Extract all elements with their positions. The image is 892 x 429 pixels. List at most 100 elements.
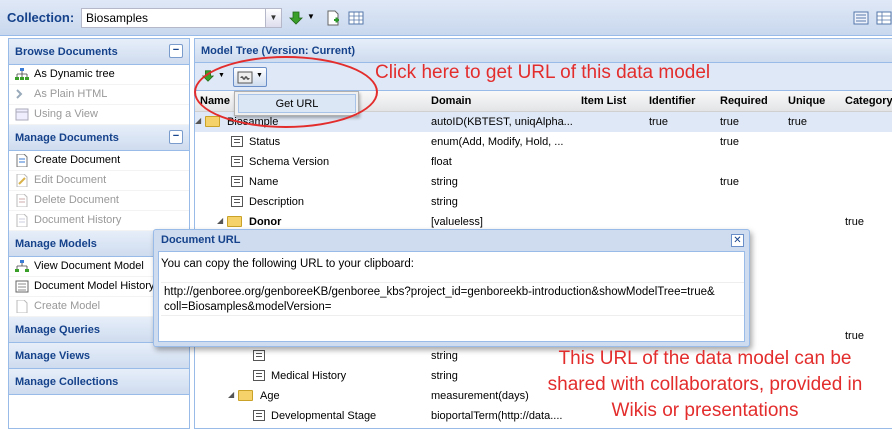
- chevron-down-icon[interactable]: ▼: [307, 12, 315, 21]
- chevron-down-icon: ▼: [256, 72, 263, 79]
- sidebar-section-manage-documents[interactable]: Manage Documents −: [9, 125, 189, 151]
- cell-domain: enum(Add, Modify, Hold, ...: [431, 136, 564, 148]
- cell-domain: string: [431, 196, 458, 208]
- cell-domain: autoID(KBTEST, uniqAlpha...: [431, 116, 573, 128]
- sidebar-item-edit-document[interactable]: Edit Document: [9, 171, 189, 191]
- table-icon[interactable]: [348, 10, 364, 26]
- chevron-down-icon[interactable]: ▼: [218, 72, 225, 79]
- list-icon[interactable]: [853, 10, 869, 26]
- cell-name: Developmental Stage: [271, 410, 377, 422]
- document-icon: [231, 156, 243, 167]
- doc-add-icon: [16, 154, 28, 167]
- cell-required: true: [720, 136, 739, 148]
- cell-unique: true: [788, 116, 807, 128]
- collection-toolbar: Collection: Biosamples ▼ ▼: [0, 0, 892, 36]
- table-row[interactable]: Description string: [195, 192, 892, 212]
- collection-value: Biosamples: [86, 11, 149, 25]
- column-header[interactable]: Name: [200, 95, 230, 107]
- cell-name: Biosample: [227, 116, 279, 128]
- download-icon[interactable]: [288, 10, 304, 26]
- sidebar-item-create-document[interactable]: Create Document: [9, 151, 189, 171]
- document-icon: [231, 136, 243, 147]
- table-row[interactable]: Status enum(Add, Modify, Hold, ... true: [195, 132, 892, 152]
- table-row[interactable]: Schema Version float: [195, 152, 892, 172]
- column-header[interactable]: Item List: [581, 95, 626, 107]
- folder-icon: [227, 216, 242, 227]
- panel-title: Model Tree (Version: Current): [195, 39, 892, 63]
- model-tree-rows: ◢ Biosample autoID(KBTEST, uniqAlpha... tru…: [195, 112, 892, 232]
- model-history-icon: [15, 280, 29, 293]
- sidebar-item-delete-document[interactable]: Delete Document: [9, 191, 189, 211]
- html-icon: [16, 89, 23, 99]
- annotation-callout-top: Click here to get URL of this data model: [375, 62, 711, 83]
- document-icon: [231, 176, 243, 187]
- doc-edit-icon: [16, 174, 28, 187]
- doc-history-icon: [16, 214, 28, 227]
- url-line: coll=Biosamples&modelVersion=: [164, 301, 332, 313]
- collapse-icon[interactable]: −: [169, 130, 183, 144]
- expand-toggle-icon[interactable]: ◢: [217, 216, 223, 225]
- sidebar-item-document-history[interactable]: Document History: [9, 211, 189, 231]
- cell-name: Description: [249, 196, 305, 208]
- cell-name: Medical History: [271, 370, 347, 382]
- document-url-dialog: Document URL ✕ You can copy the followin…: [153, 229, 750, 347]
- cell-domain: [valueless]: [431, 216, 483, 228]
- cell-category: true: [845, 216, 864, 228]
- cell-domain: float: [431, 156, 452, 168]
- column-header[interactable]: Domain: [431, 95, 471, 107]
- model-create-icon: [16, 300, 28, 313]
- cell-domain: string: [431, 350, 458, 362]
- document-icon: [253, 410, 265, 421]
- sidebar-item-as-plain-html[interactable]: As Plain HTML: [9, 85, 189, 105]
- cell-category: true: [845, 330, 864, 342]
- dialog-message: You can copy the following URL to your c…: [161, 258, 414, 270]
- tree-icon: [15, 68, 29, 80]
- table-row[interactable]: Name string true: [195, 172, 892, 192]
- dialog-body: You can copy the following URL to your c…: [158, 251, 745, 342]
- get-url-menu-item[interactable]: Get URL: [238, 94, 356, 113]
- cell-domain: string: [431, 370, 458, 382]
- collection-label: Collection:: [7, 10, 75, 25]
- cell-required: true: [720, 116, 739, 128]
- sidebar-item-using-a-view[interactable]: Using a View: [9, 105, 189, 125]
- document-icon: [253, 350, 265, 361]
- sidebar-item-as-dynamic-tree[interactable]: As Dynamic tree: [9, 65, 189, 85]
- column-header[interactable]: Identifier: [649, 95, 695, 107]
- doc-delete-icon: [16, 194, 28, 207]
- column-header[interactable]: Unique: [788, 95, 825, 107]
- new-document-icon[interactable]: [325, 10, 341, 26]
- cell-name: Status: [249, 136, 281, 148]
- column-header[interactable]: Category: [845, 95, 892, 107]
- link-icon: [237, 71, 253, 84]
- table-icon[interactable]: [876, 10, 892, 26]
- close-icon[interactable]: ✕: [731, 234, 744, 247]
- view-icon: [15, 108, 29, 121]
- cell-name: Age: [260, 390, 280, 402]
- cell-domain: measurement(days): [431, 390, 529, 402]
- folder-icon: [205, 116, 220, 127]
- cell-domain: string: [431, 176, 458, 188]
- dialog-title: Document URL: [161, 234, 241, 246]
- expand-toggle-icon[interactable]: ◢: [228, 390, 234, 399]
- download-icon[interactable]: [201, 69, 215, 83]
- annotation-callout-bottom: This URL of the data model can be shared…: [547, 348, 863, 421]
- cell-name: Name: [249, 176, 279, 188]
- cell-name: Schema Version: [249, 156, 330, 168]
- document-icon: [253, 370, 265, 381]
- collection-select[interactable]: Biosamples ▼: [81, 8, 282, 28]
- cell-identifier: true: [649, 116, 668, 128]
- sidebar-section-manage-collections[interactable]: Manage Collections: [9, 369, 189, 395]
- column-header[interactable]: Required: [720, 95, 768, 107]
- url-line: http://genboree.org/genboreeKB/genboree_…: [164, 286, 715, 298]
- url-button[interactable]: ▼: [233, 67, 267, 87]
- url-text-field[interactable]: http://genboree.org/genboreeKB/genboree_…: [161, 282, 744, 316]
- folder-icon: [238, 390, 253, 401]
- model-tree-icon: [15, 260, 29, 272]
- url-menu: Get URL: [234, 91, 359, 116]
- chevron-down-icon[interactable]: ▼: [265, 9, 281, 27]
- sidebar-section-browse-documents[interactable]: Browse Documents −: [9, 39, 189, 65]
- expand-toggle-icon[interactable]: ◢: [195, 116, 201, 125]
- collapse-icon[interactable]: −: [169, 44, 183, 58]
- cell-name: Donor: [249, 216, 282, 228]
- document-icon: [231, 196, 243, 207]
